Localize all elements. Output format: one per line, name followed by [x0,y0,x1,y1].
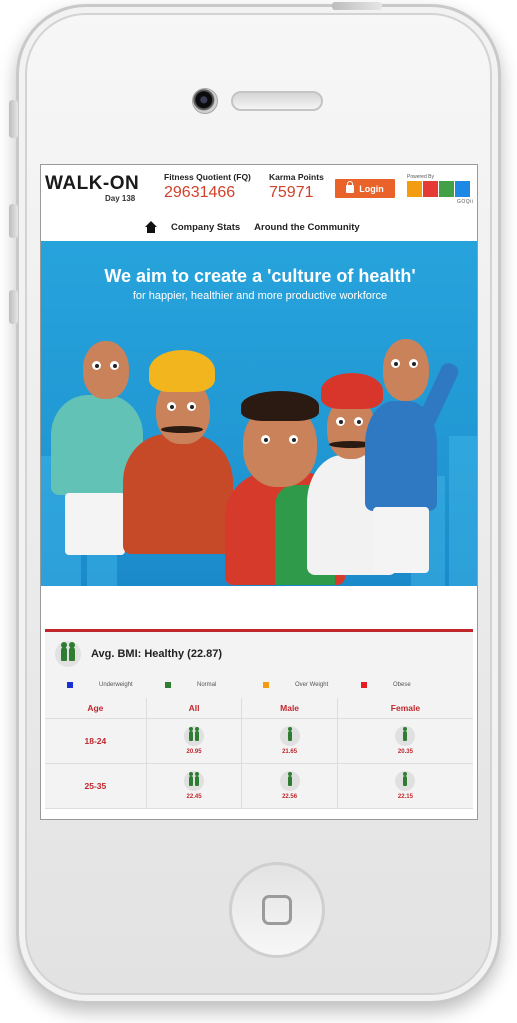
col-age: Age [45,698,147,719]
hero-banner: We aim to create a 'culture of health' f… [41,241,477,586]
goqii-tile-orange [407,181,422,197]
character-young-man-illustration [359,331,477,581]
header: WALK-ON Day 138 Fitness Quotient (FQ) 29… [41,165,477,213]
table-row: 25-35 22.45 22.56 22.15 [45,763,473,809]
power-button[interactable] [332,2,382,10]
login-label: Login [359,183,384,194]
female-cell: 20.35 [336,718,473,764]
volume-down-button[interactable] [9,290,18,324]
front-camera-icon [192,88,218,114]
bmi-legend: Underweight Normal Over Weight Obese [45,676,473,694]
col-female: Female [336,698,473,719]
home-square-icon [262,895,292,925]
female-icon [395,771,416,791]
table-row: 18-24 20.95 21.65 20.35 [45,718,473,764]
male-icon [279,771,300,791]
goqii-tile-red [423,181,438,197]
volume-up-button[interactable] [9,204,18,238]
legend-swatch-icon [361,682,367,688]
all-cell: 22.45 [145,763,242,809]
male-cell: 22.56 [241,763,338,809]
goqii-tile-blue [455,181,470,197]
female-cell: 22.15 [336,763,473,809]
powered-by-label: Powered By [407,174,434,180]
hero-subtitle: for happier, healthier and more producti… [132,290,388,302]
mute-switch[interactable] [9,100,18,138]
legend-swatch-icon [67,682,73,688]
people-icon [184,726,205,746]
earpiece-speaker [231,91,323,111]
legend-obese: Obese [361,682,459,688]
fq-value: 29631466 [164,184,236,201]
male-cell: 21.65 [241,718,338,764]
goqii-logo-icon[interactable] [407,181,470,197]
lock-icon [346,180,355,193]
karma-points-value: 75971 [269,184,314,201]
home-button[interactable] [229,862,325,958]
age-cell: 25-35 [45,763,147,809]
people-icon [184,771,205,791]
day-counter: Day 138 [105,194,136,203]
legend-swatch-icon [165,682,171,688]
bmi-table: Age All Male Female 18-24 20.95 21.65 20… [45,698,473,809]
goqii-tile-green [439,181,454,197]
character-turban-illustration [121,346,236,586]
hero-title: We aim to create a 'culture of health' [104,266,416,286]
female-icon [395,726,416,746]
bmi-title: Avg. BMI: Healthy (22.87) [91,648,223,660]
karma-points-label: Karma Points [269,172,324,182]
col-all: All [145,698,242,719]
age-cell: 18-24 [45,718,147,764]
legend-swatch-icon [263,682,269,688]
main-nav: Company Stats Around the Community [41,213,477,241]
walk-on-logo[interactable]: WALK-ON [45,173,139,195]
bmi-header: Avg. BMI: Healthy (22.87) [45,632,473,676]
goqii-brand-text: GOQii [457,199,474,205]
legend-normal: Normal [165,682,263,688]
legend-underweight: Underweight [67,682,165,688]
legend-overweight: Over Weight [263,682,361,688]
login-button[interactable]: Login [335,179,395,198]
nav-around-community[interactable]: Around the Community [254,222,360,233]
bmi-panel: Avg. BMI: Healthy (22.87) Underweight No… [45,629,473,809]
home-icon[interactable] [145,221,157,233]
all-cell: 20.95 [145,718,242,764]
col-male: Male [241,698,338,719]
people-icon [55,641,81,667]
male-icon [279,726,300,746]
fq-label: Fitness Quotient (FQ) [164,172,251,182]
nav-company-stats[interactable]: Company Stats [171,222,240,233]
app-screen: WALK-ON Day 138 Fitness Quotient (FQ) 29… [40,164,478,820]
